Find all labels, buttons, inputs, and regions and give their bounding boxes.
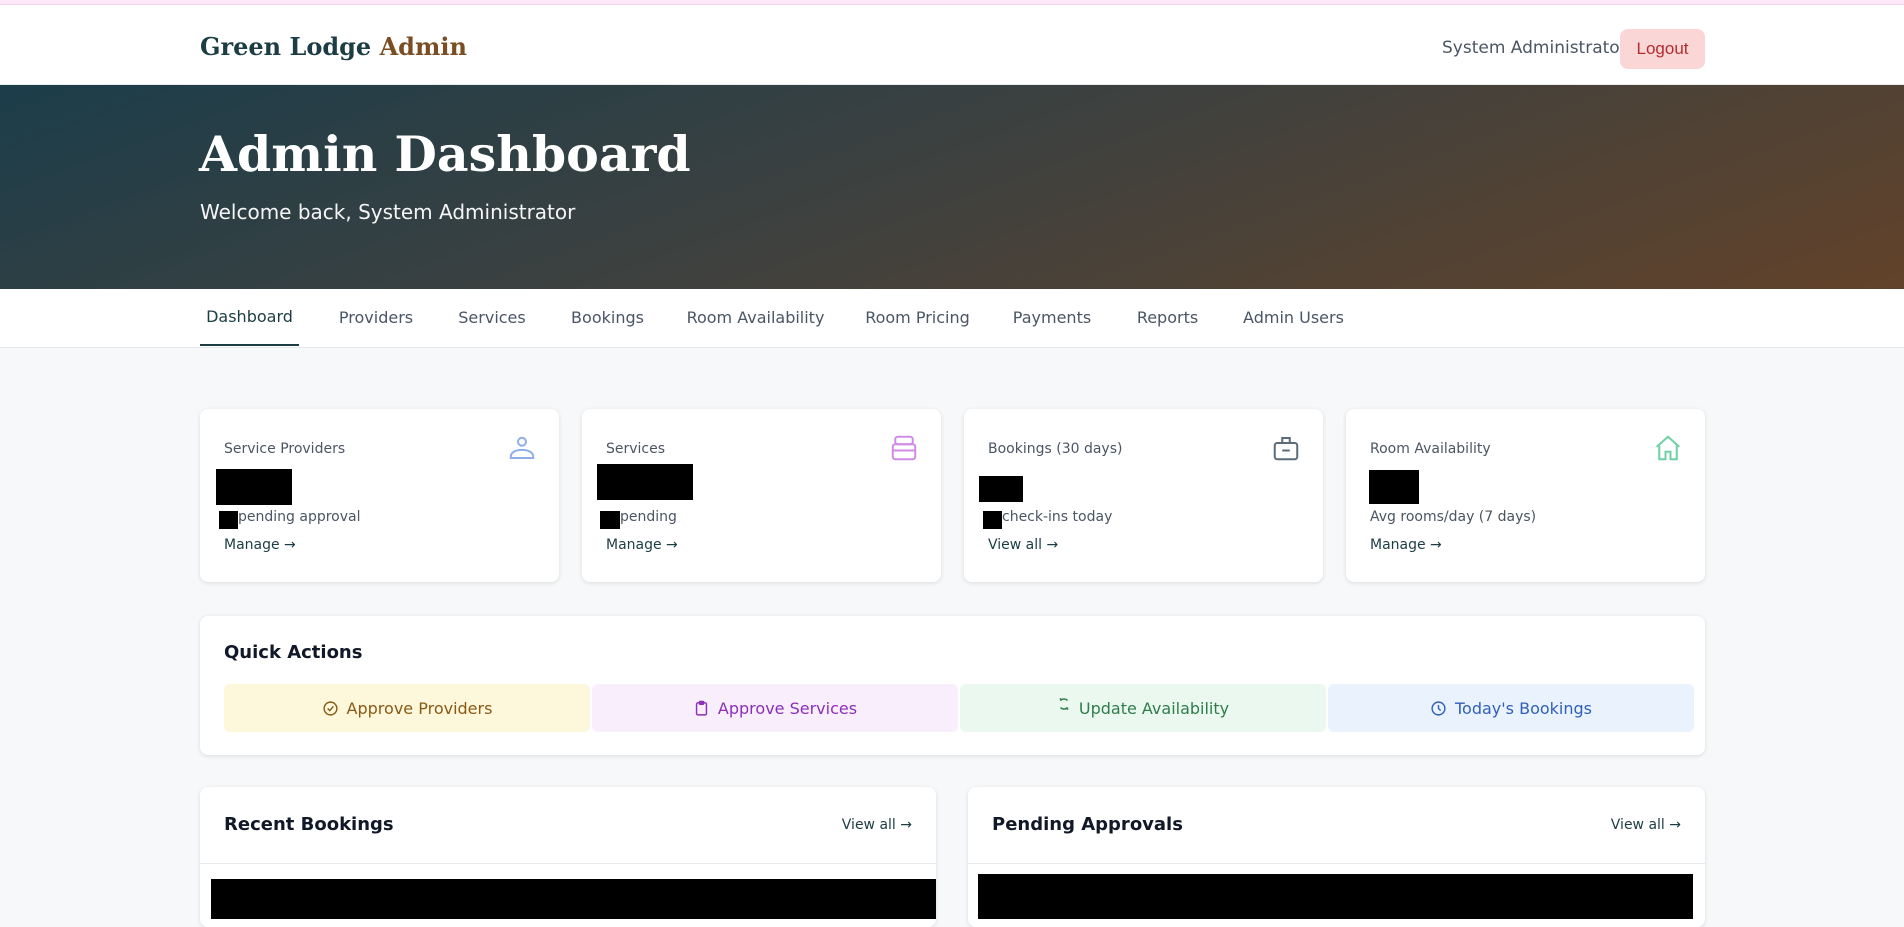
- redacted-value: [1369, 470, 1419, 504]
- update-availability-button[interactable]: Update Availability: [960, 684, 1326, 732]
- tab-providers[interactable]: Providers: [330, 289, 422, 346]
- redacted-count: [219, 511, 238, 529]
- recent-bookings-panel: Recent Bookings View all →: [200, 787, 936, 927]
- stat-subtext: pending: [620, 509, 677, 525]
- welcome-message: Welcome back, System Administrator: [200, 200, 576, 224]
- todays-bookings-button[interactable]: Today's Bookings: [1328, 684, 1694, 732]
- redacted-approvals-list: [978, 874, 1693, 919]
- top-header: Green Lodge Admin System Administrator L…: [0, 5, 1904, 85]
- redacted-count: [983, 511, 1002, 529]
- tab-payments[interactable]: Payments: [1008, 289, 1096, 346]
- stat-subtext: check-ins today: [1002, 509, 1113, 525]
- stat-view-all-link[interactable]: View all →: [988, 537, 1058, 553]
- recent-bookings-title: Recent Bookings: [224, 814, 394, 835]
- pending-approvals-panel: Pending Approvals View all →: [968, 787, 1705, 927]
- approve-services-button[interactable]: Approve Services: [592, 684, 958, 732]
- stat-label: Room Availability: [1370, 441, 1491, 457]
- stat-manage-link[interactable]: Manage →: [224, 537, 296, 553]
- tab-room-availability[interactable]: Room Availability: [684, 289, 827, 346]
- brand-accent: Admin: [379, 32, 467, 61]
- stat-card-service-providers: Service Providers pending approval Manag…: [200, 409, 559, 582]
- main-nav-tabs: Dashboard Providers Services Bookings Ro…: [0, 289, 1904, 348]
- tab-reports[interactable]: Reports: [1128, 289, 1207, 346]
- panel-divider: [968, 863, 1705, 864]
- refresh-icon: [1059, 698, 1069, 710]
- approve-providers-label: Approve Providers: [346, 698, 493, 718]
- stat-subtext: Avg rooms/day (7 days): [1370, 509, 1537, 525]
- update-availability-label: Update Availability: [1078, 698, 1230, 718]
- redacted-value: [979, 476, 1023, 502]
- stack-icon: [891, 435, 917, 461]
- redacted-bookings-list: [211, 879, 936, 919]
- stat-manage-link[interactable]: Manage →: [1370, 537, 1442, 553]
- stat-card-room-availability: Room Availability Avg rooms/day (7 days)…: [1346, 409, 1705, 582]
- stat-card-bookings: Bookings (30 days) check-ins today View …: [964, 409, 1323, 582]
- brand-logo[interactable]: Green Lodge Admin: [200, 32, 467, 61]
- clipboard-icon: [695, 700, 708, 716]
- tab-room-pricing[interactable]: Room Pricing: [860, 289, 975, 346]
- redacted-count: [600, 511, 620, 529]
- stat-manage-link[interactable]: Manage →: [606, 537, 678, 553]
- clock-icon: [1431, 700, 1446, 716]
- tab-bookings[interactable]: Bookings: [563, 289, 652, 346]
- tab-dashboard[interactable]: Dashboard: [200, 289, 299, 346]
- hero-banner: Admin Dashboard Welcome back, System Adm…: [0, 85, 1904, 289]
- brand-main: Green Lodge: [200, 32, 372, 61]
- recent-bookings-view-all-link[interactable]: View all →: [842, 817, 912, 833]
- home-icon: [1656, 435, 1680, 461]
- briefcase-icon: [1273, 437, 1299, 461]
- tab-admin-users[interactable]: Admin Users: [1240, 289, 1347, 346]
- logout-button[interactable]: Logout: [1620, 29, 1705, 69]
- check-circle-icon: [322, 700, 338, 716]
- quick-actions-title: Quick Actions: [224, 642, 363, 663]
- approve-providers-button[interactable]: Approve Providers: [224, 684, 590, 732]
- stat-label: Bookings (30 days): [988, 441, 1123, 457]
- redacted-value: [216, 469, 292, 505]
- stat-subtext: pending approval: [238, 509, 361, 525]
- tab-services[interactable]: Services: [452, 289, 532, 346]
- stat-label: Services: [606, 441, 666, 457]
- stat-label: Service Providers: [224, 441, 346, 457]
- redacted-value: [597, 464, 693, 500]
- current-user-name: System Administrator: [1442, 38, 1627, 58]
- approve-services-label: Approve Services: [717, 698, 858, 718]
- page-title: Admin Dashboard: [199, 125, 691, 183]
- pending-approvals-title: Pending Approvals: [992, 814, 1183, 835]
- todays-bookings-label: Today's Bookings: [1455, 698, 1592, 718]
- panel-divider: [200, 863, 936, 864]
- quick-actions-panel: Quick Actions Approve Providers Approve …: [200, 616, 1705, 755]
- provider-icon: [509, 436, 535, 459]
- stat-card-services: Services pending Manage →: [582, 409, 941, 582]
- pending-approvals-view-all-link[interactable]: View all →: [1611, 817, 1681, 833]
